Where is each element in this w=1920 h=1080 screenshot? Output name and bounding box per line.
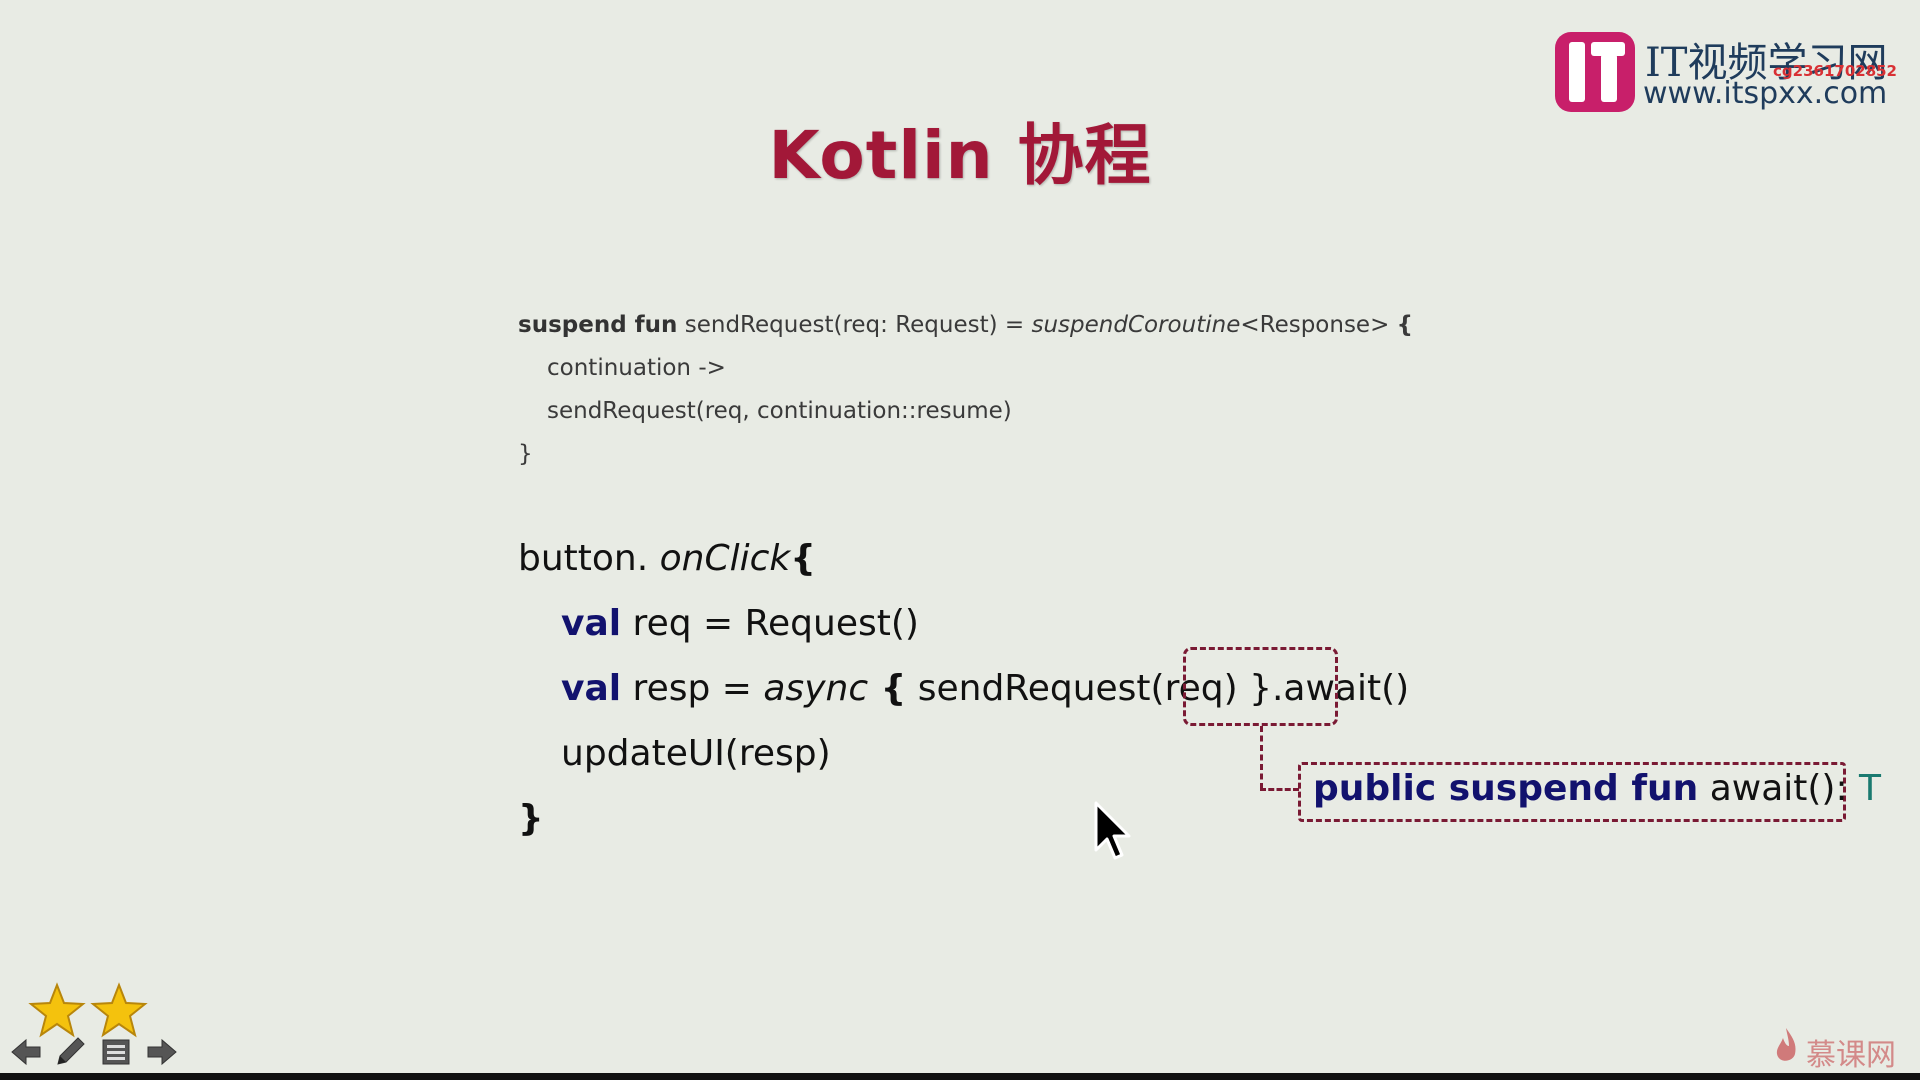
code-line: continuation ->: [547, 355, 726, 381]
pen-icon[interactable]: [52, 1034, 88, 1070]
type-parameter: T: [1859, 768, 1882, 809]
watermark-text: cg2361702852: [1773, 62, 1897, 80]
code-line: sendRequest(req, continuation::resume): [547, 398, 1012, 424]
flame-icon: [1776, 1028, 1796, 1061]
code-line: }: [518, 441, 533, 467]
code-line: suspend fun sendRequest(req: Request) = …: [518, 304, 1413, 347]
annotation-connector: [1260, 726, 1263, 789]
code-function-italic: onClick: [659, 538, 791, 579]
code-brace: {: [1396, 312, 1414, 338]
code-line: button. onClick{: [518, 526, 1409, 591]
code-text: resp =: [621, 668, 764, 709]
code-function-italic: async: [763, 668, 869, 709]
star-icon: [28, 982, 86, 1038]
logo-mark-icon: [1555, 32, 1635, 112]
code-keyword: val: [561, 668, 622, 709]
code-brace: {: [868, 668, 907, 709]
code-keyword: val: [561, 603, 622, 644]
await-highlight-box: [1183, 647, 1338, 726]
next-arrow-icon[interactable]: [144, 1034, 180, 1070]
await-declaration-text: public suspend fun await(): T: [1313, 768, 1881, 809]
code-block-suspend-coroutine: suspend fun sendRequest(req: Request) = …: [518, 304, 1413, 476]
code-text: <Response>: [1240, 312, 1397, 338]
code-keyword: public suspend fun: [1313, 768, 1699, 809]
annotation-connector: [1260, 788, 1299, 791]
bottom-bar: [0, 1073, 1920, 1080]
code-brace: {: [790, 538, 816, 579]
rating-stars: [28, 982, 158, 1038]
code-keyword: suspend fun: [518, 312, 678, 338]
mouse-cursor-icon: [1094, 801, 1131, 860]
slide-title: Kotlin 协程: [768, 117, 1152, 194]
menu-icon[interactable]: [98, 1034, 134, 1070]
prev-arrow-icon[interactable]: [8, 1034, 44, 1070]
code-text: await():: [1698, 768, 1860, 809]
code-line: updateUI(resp): [561, 733, 831, 774]
code-function-italic: suspendCoroutine: [1031, 312, 1241, 338]
code-line: }: [518, 798, 544, 839]
code-text: sendRequest(req: Request) =: [677, 312, 1032, 338]
slideshow-controls: [8, 1034, 183, 1070]
code-text: button.: [518, 538, 660, 579]
imooc-brand-text: 慕课网: [1806, 1038, 1896, 1073]
code-text: req = Request(): [621, 603, 919, 644]
slide: IT视频学习网 www.itspxx.com cg2361702852 Kotl…: [0, 0, 1920, 1073]
star-icon: [90, 982, 148, 1038]
